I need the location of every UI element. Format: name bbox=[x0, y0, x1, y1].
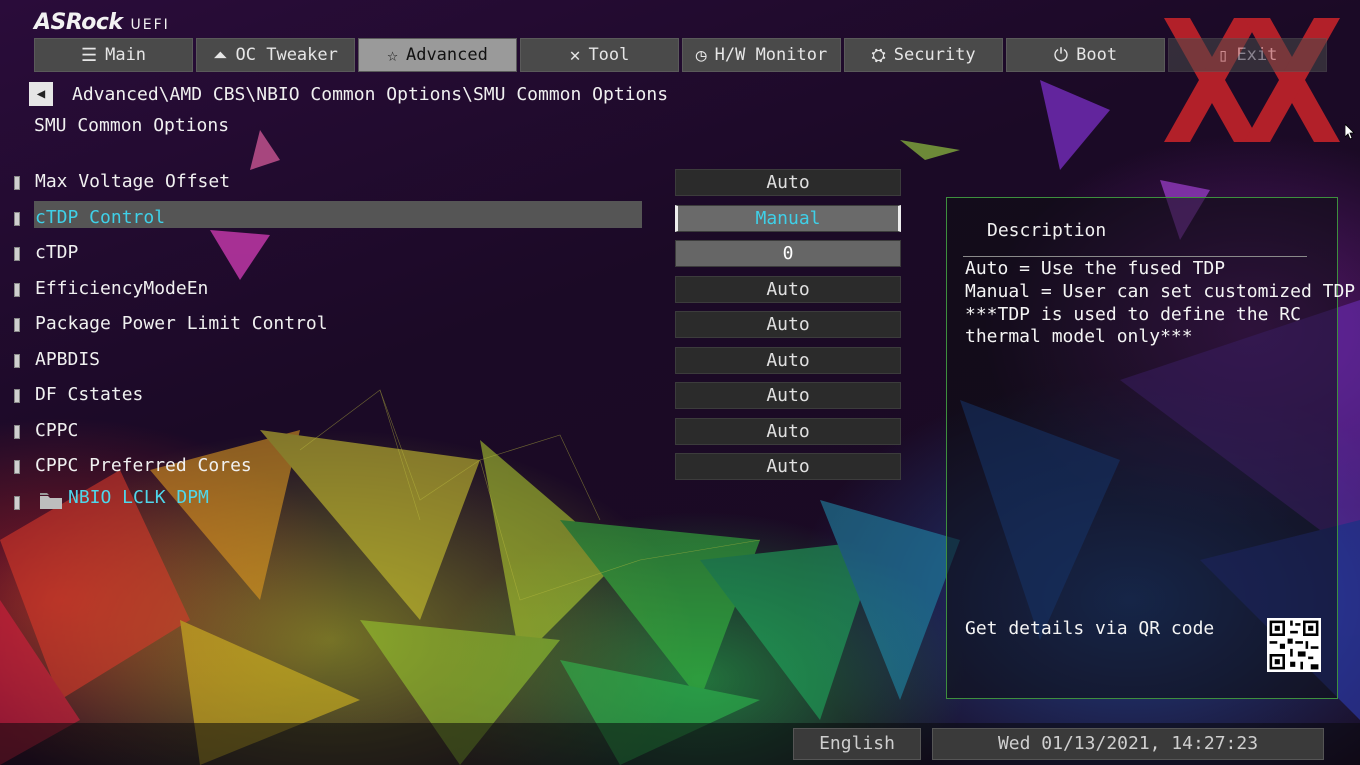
description-heading: Description bbox=[987, 220, 1107, 241]
tab-oc-tweaker[interactable]: ⏶ OC Tweaker bbox=[196, 38, 355, 72]
row-marker-icon bbox=[14, 176, 20, 190]
setting-label: Max Voltage Offset bbox=[35, 171, 231, 192]
tab-label: Boot bbox=[1076, 45, 1118, 65]
tab-boot[interactable]: ⏻ Boot bbox=[1006, 38, 1165, 72]
setting-label: CPPC bbox=[35, 419, 79, 441]
row-marker-icon bbox=[14, 282, 20, 297]
setting-value-dropdown[interactable]: Auto bbox=[675, 453, 901, 480]
back-button[interactable]: ◀ bbox=[29, 82, 53, 106]
setting-label: APBDIS bbox=[35, 348, 101, 370]
tab-advanced[interactable]: ☆ Advanced bbox=[358, 38, 517, 72]
setting-label: EfficiencyModeEn bbox=[35, 277, 209, 299]
setting-row-apbdis[interactable]: APBDIS Auto bbox=[0, 343, 920, 379]
logo-brand: ASRock bbox=[34, 10, 123, 35]
list-icon: ☰ bbox=[80, 44, 98, 66]
language-selector[interactable]: English bbox=[793, 728, 921, 760]
description-panel: Description Auto = Use the fused TDP Man… bbox=[946, 197, 1355, 699]
tab-label: Security bbox=[893, 45, 976, 65]
setting-label: cTDP Control bbox=[35, 206, 166, 228]
row-marker-icon bbox=[14, 495, 20, 510]
mouse-cursor-icon bbox=[1345, 124, 1355, 140]
star-icon: ☆ bbox=[387, 44, 398, 66]
row-marker-icon bbox=[14, 247, 20, 261]
row-marker-icon bbox=[14, 389, 20, 403]
folder-icon bbox=[40, 492, 62, 509]
tools-icon: ✕ bbox=[569, 44, 581, 66]
description-line: ***TDP is used to define the RC bbox=[965, 304, 1301, 325]
tab-tool[interactable]: ✕ Tool bbox=[520, 38, 679, 72]
setting-value-dropdown[interactable]: Auto bbox=[675, 417, 901, 445]
setting-label: CPPC Preferred Cores bbox=[35, 455, 252, 476]
setting-row-efficiencymodeen[interactable]: EfficiencyModeEn Auto bbox=[0, 272, 920, 308]
setting-value-dropdown[interactable]: Manual bbox=[675, 204, 901, 232]
asrock-logo: ASRock UEFI bbox=[34, 10, 170, 35]
submenu-label: NBIO LCLK DPM bbox=[68, 486, 209, 508]
main-tabs: ☰ Main ⏶ OC Tweaker ☆ Advanced ✕ Tool ◷ H/W M… bbox=[34, 38, 1327, 72]
tab-main[interactable]: ☰ Main bbox=[34, 38, 193, 72]
page-title: SMU Common Options bbox=[34, 115, 230, 136]
datetime-display: Wed 01/13/2021, 14:27:23 bbox=[932, 728, 1324, 760]
tab-hw-monitor[interactable]: ◷ H/W Monitor bbox=[682, 38, 841, 72]
shield-icon: ⛭ bbox=[871, 44, 886, 66]
settings-list: Max Voltage Offset Auto cTDP Control Man… bbox=[0, 165, 920, 520]
tab-label: Tool bbox=[588, 45, 630, 65]
row-marker-icon bbox=[14, 460, 20, 474]
power-icon: ⏻ bbox=[1053, 44, 1069, 66]
submenu-nbio-lclk-dpm[interactable]: NBIO LCLK DPM bbox=[0, 485, 920, 521]
setting-value-dropdown[interactable]: Auto bbox=[675, 346, 901, 374]
setting-label: cTDP bbox=[35, 242, 79, 263]
tab-label: Main bbox=[105, 45, 147, 65]
setting-value-dropdown[interactable]: Auto bbox=[675, 275, 901, 303]
tab-label: H/W Monitor bbox=[714, 45, 828, 65]
exit-door-icon: ▯ bbox=[1217, 44, 1229, 66]
tab-security[interactable]: ⛭ Security bbox=[844, 38, 1003, 72]
row-marker-icon bbox=[14, 318, 20, 332]
qr-caption: Get details via QR code bbox=[965, 618, 1215, 639]
setting-row-cppc[interactable]: CPPC Auto bbox=[0, 414, 920, 450]
tab-label: Advanced bbox=[405, 45, 488, 65]
back-arrow-icon: ◀ bbox=[36, 86, 46, 102]
tab-exit[interactable]: ▯ Exit bbox=[1168, 38, 1327, 72]
setting-row-package-power-limit-control[interactable]: Package Power Limit Control Auto bbox=[0, 307, 920, 343]
setting-value-dropdown[interactable]: Auto bbox=[675, 311, 901, 338]
logo-uefi: UEFI bbox=[130, 17, 170, 33]
setting-label: Package Power Limit Control bbox=[35, 313, 328, 334]
xx-watermark-logo bbox=[1164, 18, 1340, 142]
row-marker-icon bbox=[14, 211, 20, 226]
description-line: Manual = User can set customized TDP bbox=[965, 281, 1356, 302]
setting-row-ctdp[interactable]: cTDP 0 bbox=[0, 236, 920, 272]
setting-row-ctdp-control[interactable]: cTDP Control Manual bbox=[0, 200, 920, 237]
description-divider bbox=[963, 256, 1307, 257]
setting-value-dropdown[interactable]: Auto bbox=[675, 382, 901, 409]
description-line: thermal model only*** bbox=[965, 326, 1193, 347]
tab-label: OC Tweaker bbox=[235, 45, 338, 65]
setting-row-df-cstates[interactable]: DF Cstates Auto bbox=[0, 378, 920, 414]
setting-value-input[interactable]: 0 bbox=[675, 240, 901, 267]
monitor-gauge-icon: ◷ bbox=[695, 44, 707, 66]
qr-code-icon bbox=[1267, 618, 1321, 672]
row-marker-icon bbox=[14, 353, 20, 368]
tab-label: Exit bbox=[1236, 45, 1278, 65]
row-marker-icon bbox=[14, 424, 20, 439]
breadcrumb: Advanced\AMD CBS\NBIO Common Options\SMU… bbox=[72, 84, 669, 105]
setting-label: DF Cstates bbox=[35, 384, 144, 405]
setting-row-max-voltage-offset[interactable]: Max Voltage Offset Auto bbox=[0, 165, 920, 201]
setting-row-cppc-preferred-cores[interactable]: CPPC Preferred Cores Auto bbox=[0, 449, 920, 485]
description-line: Auto = Use the fused TDP bbox=[965, 258, 1226, 279]
rocket-icon: ⏶ bbox=[213, 44, 228, 66]
setting-value-dropdown[interactable]: Auto bbox=[675, 169, 901, 196]
